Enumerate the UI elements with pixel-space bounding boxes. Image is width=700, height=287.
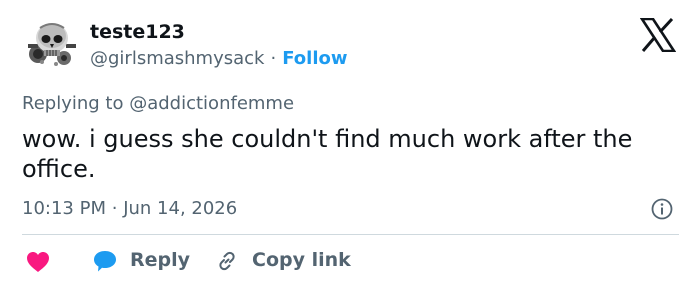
display-name[interactable]: teste123 xyxy=(90,20,185,44)
tweet-card: teste123 @girlsmashmysack · Follow Replyin… xyxy=(0,0,700,287)
tweet-date: Jun 14, 2026 xyxy=(123,198,238,219)
replying-mention[interactable]: @addictionfemme xyxy=(129,93,294,114)
divider xyxy=(22,234,679,235)
replying-prefix: Replying to xyxy=(22,93,124,114)
copy-link-button[interactable]: Copy link xyxy=(252,248,351,272)
user-handle[interactable]: @girlsmashmysack xyxy=(90,48,264,69)
follow-button[interactable]: Follow xyxy=(282,48,347,69)
handle-row: @girlsmashmysack · Follow xyxy=(90,47,348,71)
speech-bubble-icon[interactable] xyxy=(92,249,118,273)
timestamp[interactable]: 10:13 PM · Jun 14, 2026 xyxy=(22,197,237,221)
reply-button[interactable]: Reply xyxy=(130,248,190,272)
x-logo-icon[interactable] xyxy=(640,18,676,52)
link-icon[interactable] xyxy=(215,249,239,273)
separator-dot: · xyxy=(270,48,277,69)
replying-to: Replying to @addictionfemme xyxy=(22,92,294,116)
heart-icon[interactable] xyxy=(26,251,50,273)
skull-avatar-icon xyxy=(22,14,80,72)
avatar[interactable] xyxy=(22,14,80,72)
info-icon[interactable] xyxy=(651,198,673,220)
tweet-text: wow. i guess she couldn't find much work… xyxy=(22,125,633,183)
tweet-time: 10:13 PM xyxy=(22,198,106,219)
timestamp-separator: · xyxy=(111,198,118,219)
